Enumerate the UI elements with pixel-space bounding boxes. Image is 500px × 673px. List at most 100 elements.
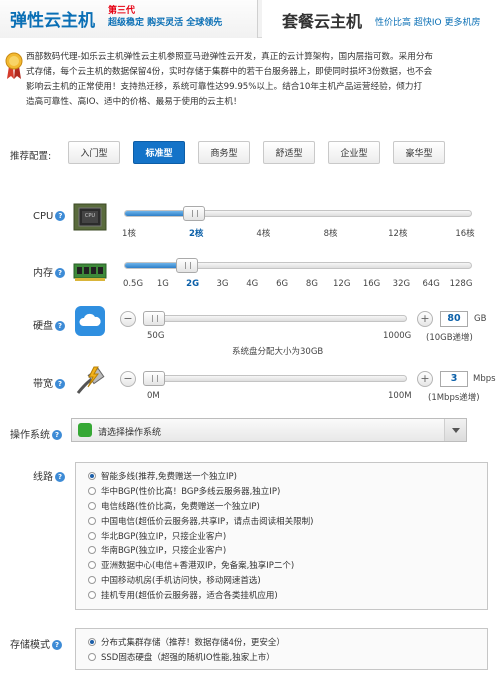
- radio-button[interactable]: [88, 531, 96, 540]
- disk-step-note: (10GB递增): [426, 333, 473, 343]
- radio-button[interactable]: [88, 472, 96, 481]
- memory-slider-handle[interactable]: [176, 258, 199, 273]
- line-option-label: 智能多线(推荐,免费赠送一个独立IP): [101, 472, 237, 483]
- line-option-label: 华南BGP(独立IP，只接企业客户): [101, 546, 227, 557]
- tab-elastic-subtitle: 超级稳定 购买灵活 全球领先: [108, 18, 223, 28]
- cpu-tick-label[interactable]: 8核: [324, 227, 338, 239]
- radio-button[interactable]: [88, 487, 96, 496]
- line-option[interactable]: 电信线路(性价比高，免费赠送一个独立IP): [88, 499, 313, 514]
- disk-system-note: 系统盘分配大小为30GB: [232, 347, 324, 357]
- intro-text: 西部数码代理-如乐云主机弹性云主机参照亚马逊弹性云开发，真正的云计算架构，国内层…: [26, 50, 498, 110]
- help-icon[interactable]: ?: [55, 211, 66, 221]
- disk-increase-button[interactable]: +: [417, 311, 433, 327]
- cpu-slider-track[interactable]: [124, 206, 472, 221]
- memory-tick-label[interactable]: 6G: [276, 279, 288, 289]
- memory-slider-track[interactable]: [124, 258, 472, 273]
- disk-slider-handle[interactable]: [142, 311, 165, 326]
- radio-button[interactable]: [88, 546, 96, 555]
- line-option-label: 中国电信(超低价云服务器,共享IP，请点击阅读相关限制): [101, 516, 314, 527]
- cpu-tick-label[interactable]: 4核: [256, 227, 270, 239]
- memory-tick-label[interactable]: 64G: [422, 279, 439, 289]
- bandwidth-increase-button[interactable]: +: [417, 371, 433, 387]
- disk-min-label: 50G: [147, 331, 165, 341]
- chevron-down-icon[interactable]: [444, 419, 466, 441]
- memory-tick-label[interactable]: 8G: [306, 279, 318, 289]
- line-option[interactable]: 亚洲数据中心(电信+香港双IP，免备案,独享IP二个): [88, 558, 313, 573]
- help-icon[interactable]: ?: [55, 379, 65, 389]
- memory-tick-label[interactable]: 128G: [450, 279, 473, 289]
- bandwidth-input[interactable]: 3: [440, 371, 468, 387]
- memory-tick-label[interactable]: 3G: [216, 279, 228, 289]
- os-select[interactable]: 请选择操作系统: [71, 418, 467, 442]
- radio-button[interactable]: [88, 590, 96, 599]
- help-icon[interactable]: ?: [52, 640, 62, 650]
- help-icon[interactable]: ?: [55, 472, 65, 482]
- line-option[interactable]: 挂机专用(超低价云服务器，适合各类挂机应用): [88, 587, 313, 602]
- radio-button[interactable]: [88, 637, 96, 646]
- disk-decrease-button[interactable]: −: [120, 311, 136, 327]
- radio-button[interactable]: [88, 516, 96, 525]
- memory-tick-label[interactable]: 1G: [157, 279, 169, 289]
- memory-tick-label[interactable]: 4G: [246, 279, 258, 289]
- svg-text:CPU: CPU: [85, 213, 96, 219]
- storage-option-label: SSD固态硬盘（超强的随机IO性能,独家上市）: [101, 652, 275, 663]
- bandwidth-slider-track[interactable]: [142, 371, 407, 386]
- line-option-label: 挂机专用(超低价云服务器，适合各类挂机应用): [101, 590, 278, 601]
- line-option-label: 亚洲数据中心(电信+香港双IP，免备案,独享IP二个): [101, 561, 295, 572]
- line-option[interactable]: 华北BGP(独立IP，只接企业客户): [88, 528, 313, 543]
- help-icon[interactable]: ?: [52, 430, 62, 440]
- bandwidth-step-note: (1Mbps递增): [428, 393, 480, 403]
- memory-tick-label[interactable]: 16G: [363, 279, 380, 289]
- line-option[interactable]: 智能多线(推荐,免费赠送一个独立IP): [88, 469, 313, 484]
- preset-standard[interactable]: 标准型: [133, 141, 185, 164]
- preset-comfort[interactable]: 舒适型: [263, 141, 315, 164]
- radio-button[interactable]: [88, 575, 96, 584]
- preset-luxury[interactable]: 豪华型: [393, 141, 445, 164]
- line-option[interactable]: 中国移动机房(手机访问快，移动网速首选): [88, 573, 313, 588]
- cpu-label: CPU: [33, 211, 54, 222]
- intro-line: 式存储，每个云主机的数据保留4份，实时存储于集群中的若干台服务器上，即使同时损坏…: [26, 67, 433, 77]
- memory-tick-label[interactable]: 12G: [333, 279, 350, 289]
- intro-line: 影响云主机的正常使用！支持热迁移，系统可靠性达99.95%以上。结合10年主机产…: [26, 82, 423, 92]
- help-icon[interactable]: ?: [55, 321, 65, 331]
- network-cable-icon: [76, 366, 105, 394]
- radio-button[interactable]: [88, 501, 96, 510]
- cpu-slider-handle[interactable]: [183, 206, 206, 221]
- bandwidth-slider-handle[interactable]: [142, 371, 165, 386]
- line-option[interactable]: 华南BGP(独立IP，只接企业客户): [88, 543, 313, 558]
- storage-label-wrap: 存储模式?: [10, 636, 62, 651]
- line-option[interactable]: 中国电信(超低价云服务器,共享IP，请点击阅读相关限制): [88, 513, 313, 528]
- preset-entry[interactable]: 入门型: [68, 141, 120, 164]
- help-icon[interactable]: ?: [55, 268, 65, 278]
- disk-unit: GB: [474, 314, 487, 324]
- memory-tick-label[interactable]: 32G: [393, 279, 410, 289]
- preset-enterprise[interactable]: 企业型: [328, 141, 380, 164]
- storage-option[interactable]: 分布式集群存储（推荐！数据存储4份，更安全）: [88, 634, 285, 649]
- disk-slider-track[interactable]: [142, 311, 407, 326]
- cpu-tick-label[interactable]: 2核: [189, 227, 203, 239]
- preset-business[interactable]: 商务型: [198, 141, 250, 164]
- line-option-label: 电信线路(性价比高，免费赠送一个独立IP): [101, 501, 260, 512]
- tab-elastic-cloud[interactable]: 弹性云主机 第三代 超级稳定 购买灵活 全球领先: [0, 0, 258, 38]
- tab-elastic-title: 弹性云主机: [10, 11, 95, 31]
- memory-tick-label[interactable]: 2G: [186, 279, 199, 289]
- tab-package-cloud[interactable]: 套餐云主机 性价比高 超快IO 更多机房: [262, 0, 500, 38]
- cpu-tick-label[interactable]: 1核: [122, 227, 136, 239]
- cpu-tick-label[interactable]: 16核: [455, 227, 474, 239]
- cpu-tick-label[interactable]: 12核: [388, 227, 407, 239]
- cloud-disk-icon: [75, 306, 105, 336]
- line-option[interactable]: 华中BGP(性价比高！BGP多线云服务器,独立IP): [88, 484, 313, 499]
- bandwidth-decrease-button[interactable]: −: [120, 371, 136, 387]
- cpu-label-wrap: CPU?: [33, 211, 66, 222]
- disk-size-input[interactable]: 80: [440, 311, 468, 327]
- line-radio-group: 智能多线(推荐,免费赠送一个独立IP) 华中BGP(性价比高！BGP多线云服务器…: [88, 469, 313, 602]
- radio-button[interactable]: [88, 652, 96, 661]
- disk-max-label: 1000G: [383, 331, 412, 341]
- memory-tick-label[interactable]: 0.5G: [123, 279, 143, 289]
- storage-option-label: 分布式集群存储（推荐！数据存储4份，更安全）: [101, 637, 285, 648]
- radio-button[interactable]: [88, 561, 96, 570]
- cpu-chip-icon: CPU: [73, 203, 107, 231]
- preset-group: 入门型 标准型 商务型 舒适型 企业型 豪华型: [68, 141, 458, 164]
- product-tabs: 弹性云主机 第三代 超级稳定 购买灵活 全球领先 套餐云主机 性价比高 超快IO…: [0, 0, 500, 38]
- storage-option[interactable]: SSD固态硬盘（超强的随机IO性能,独家上市）: [88, 649, 285, 664]
